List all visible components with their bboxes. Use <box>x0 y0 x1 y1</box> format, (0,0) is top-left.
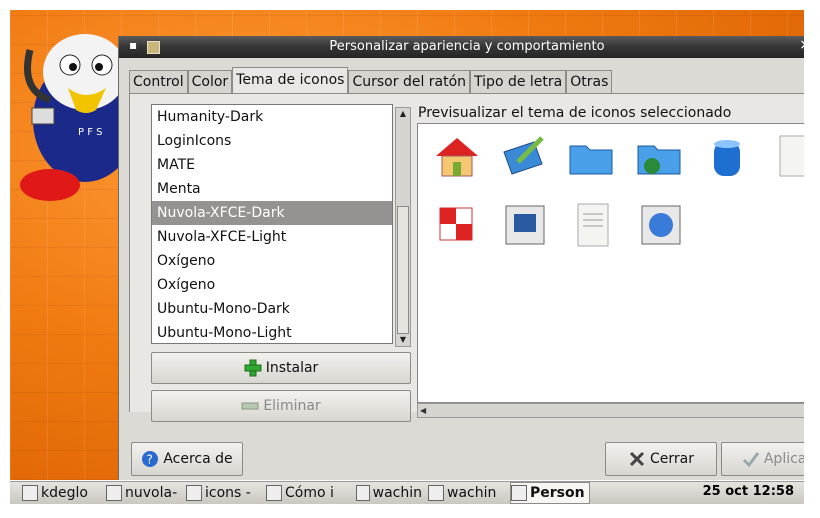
apply-label: Aplicar <box>763 451 804 467</box>
close-button[interactable]: Cerrar <box>605 442 717 476</box>
tab-panel-icon-theme: Humanity-Dark LoginIcons MATE Menta Nuvola-X… <box>129 93 804 422</box>
desktop-wallpaper: P F S ▪ Personalizar apariencia y compor… <box>10 10 804 480</box>
theme-list-item[interactable]: Ubuntu-Mono-Light <box>152 321 392 345</box>
scroll-left-arrow-icon[interactable]: ◀ <box>420 404 426 417</box>
document-icon <box>779 135 804 177</box>
scroll-down-arrow-icon[interactable]: ▼ <box>396 334 410 346</box>
taskbar-task[interactable]: wachin <box>428 482 504 504</box>
minus-icon <box>241 402 259 410</box>
taskbar-task-label: kdeglo <box>41 485 88 501</box>
taskbar-task-label: Person <box>530 485 585 501</box>
text-file-icon <box>577 203 609 247</box>
globe-icon <box>641 205 681 245</box>
folder-icon <box>569 145 613 175</box>
plus-icon <box>244 359 262 377</box>
tab-otras[interactable]: Otras <box>566 70 613 93</box>
theme-list-item[interactable]: Nuvola-XFCE-Dark <box>152 201 392 225</box>
theme-list-item[interactable]: Humanity-Dark <box>152 105 392 129</box>
theme-list-item[interactable]: Menta <box>152 177 392 201</box>
trash-icon <box>714 140 740 176</box>
theme-list-item[interactable]: MATE <box>152 153 392 177</box>
tab-bar: Control Color Tema de iconos Cursor del rat… <box>129 67 613 93</box>
taskbar-task-label: Cómo i <box>285 485 334 501</box>
remove-button[interactable]: Eliminar <box>151 390 411 422</box>
theme-list-scrollbar[interactable]: ▲ ▼ <box>395 107 411 347</box>
tab-control[interactable]: Control <box>129 70 188 93</box>
taskbar-task[interactable]: wachin <box>356 482 422 504</box>
taskbar-task[interactable]: kdeglo <box>22 482 100 504</box>
tab-tema-de-iconos[interactable]: Tema de iconos <box>232 67 349 93</box>
remove-label: Eliminar <box>263 398 321 414</box>
tab-tipo-de-letra[interactable]: Tipo de letra <box>470 70 567 93</box>
taskbar: kdeglo nuvola-icons - Cómo i wachin wachin Pe… <box>10 481 804 504</box>
network-folder-icon <box>637 145 681 175</box>
taskbar-task-label: wachin <box>372 485 422 501</box>
help-icon: ? <box>142 451 159 467</box>
tab-cursor-del-rat-n[interactable]: Cursor del ratón <box>348 70 471 93</box>
terminal-icon <box>428 485 444 501</box>
folder-icon <box>106 485 122 501</box>
scroll-thumb[interactable] <box>397 206 409 334</box>
document-icon <box>266 485 282 501</box>
theme-list-item[interactable]: LoginIcons <box>152 129 392 153</box>
about-label: Acerca de <box>163 451 233 467</box>
taskbar-task-label: nuvola- <box>125 485 178 501</box>
icon-theme-list[interactable]: Humanity-Dark LoginIcons MATE Menta Nuvola-X… <box>151 104 393 344</box>
apply-button[interactable]: Aplicar <box>721 442 804 476</box>
tab-color[interactable]: Color <box>187 70 233 93</box>
close-label: Cerrar <box>650 451 694 467</box>
clock[interactable]: 25 oct 12:58 <box>703 484 794 499</box>
install-button[interactable]: Instalar <box>151 352 411 384</box>
window-close-button[interactable]: × <box>799 37 804 53</box>
icon-preview-area <box>417 123 804 403</box>
folder-icon <box>186 485 202 501</box>
scroll-up-arrow-icon[interactable]: ▲ <box>396 108 410 120</box>
svg-text:?: ? <box>147 453 153 467</box>
taskbar-task-label: wachin <box>447 485 497 501</box>
checkmark-icon <box>742 452 760 468</box>
desktop-edit-icon <box>503 136 544 175</box>
close-x-icon <box>629 451 645 467</box>
install-label: Instalar <box>265 360 319 376</box>
window-title: Personalizar apariencia y comportamiento <box>329 39 605 54</box>
folder-icon <box>356 485 370 501</box>
taskbar-task[interactable]: Person <box>510 482 590 504</box>
window-titlebar[interactable]: ▪ Personalizar apariencia y comportamien… <box>119 36 804 58</box>
appearance-icon <box>511 485 527 501</box>
taskbar-task[interactable]: Cómo i <box>266 482 350 504</box>
checker-icon <box>439 207 473 241</box>
preview-horizontal-scrollbar[interactable]: ◀ <box>417 403 804 418</box>
preview-label: Previsualizar el tema de iconos seleccio… <box>418 105 732 121</box>
home-icon <box>436 138 478 177</box>
taskbar-task[interactable]: icons - <box>186 482 260 504</box>
customize-appearance-window: ▪ Personalizar apariencia y comportamien… <box>118 36 804 480</box>
theme-list-item[interactable]: Nuvola-XFCE-Light <box>152 225 392 249</box>
about-button[interactable]: ? Acerca de <box>131 442 243 476</box>
theme-list-item[interactable]: Oxígeno <box>152 273 392 297</box>
taskbar-task-label: icons - <box>205 485 251 501</box>
taskbar-task[interactable]: nuvola- <box>106 482 180 504</box>
notepad-icon <box>22 485 38 501</box>
svg-text:P F S: P F S <box>78 127 103 138</box>
theme-list-item[interactable]: Ubuntu-Mono-Dark <box>152 297 392 321</box>
image-icon <box>505 205 545 245</box>
theme-list-item[interactable]: Oxígeno <box>152 249 392 273</box>
